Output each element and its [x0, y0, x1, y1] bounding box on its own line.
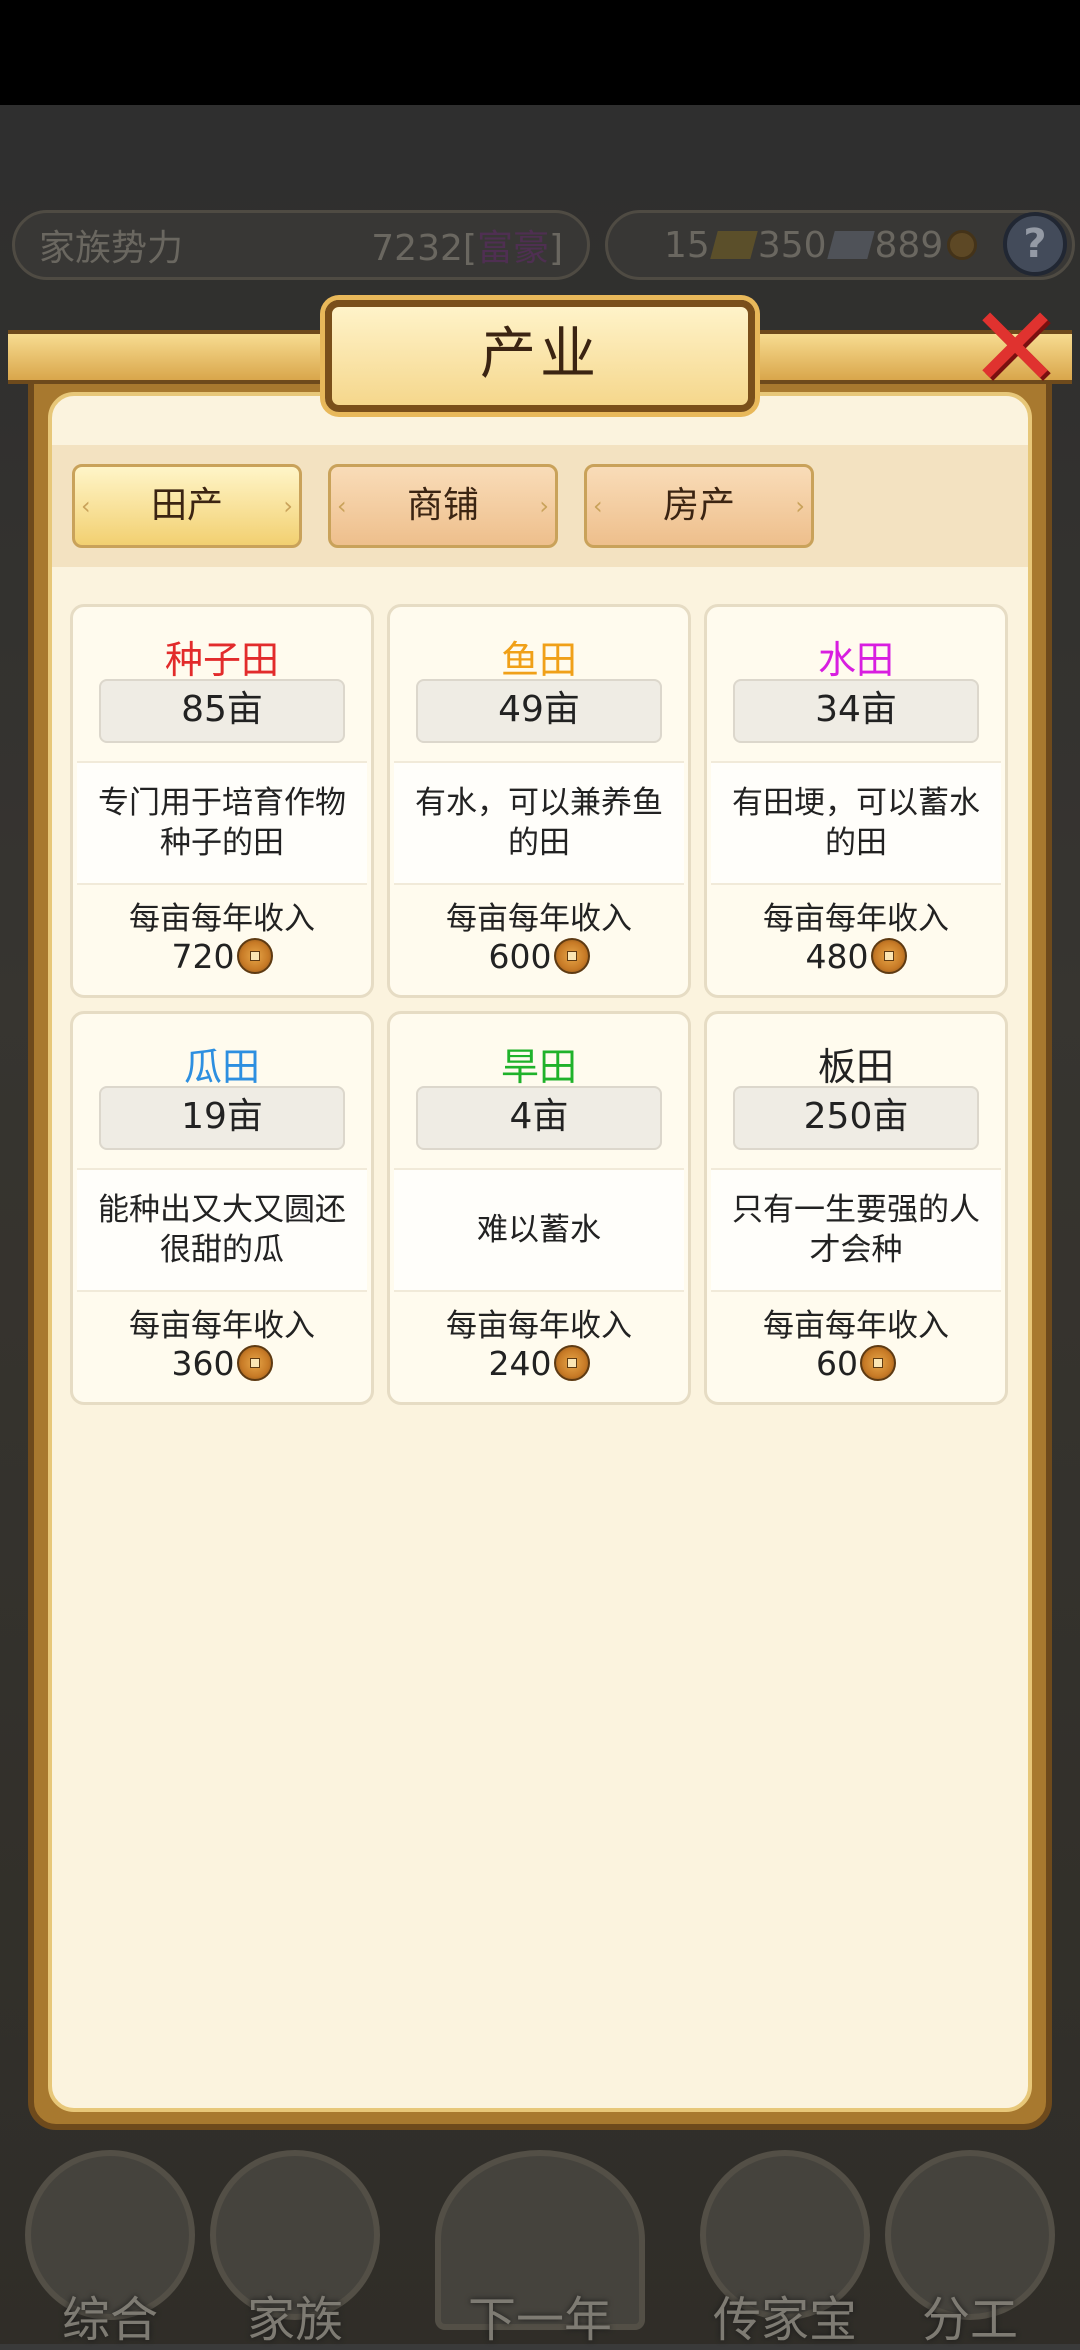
tab-real-estate[interactable]: ‹ 房产 › [584, 464, 814, 548]
field-name: 旱田 [500, 1045, 577, 1089]
field-description: 只有一生要强的人才会种 [711, 1168, 1001, 1292]
close-icon: ✕ [968, 283, 1062, 413]
coin-icon [553, 938, 590, 974]
income-label: 每亩每年收入 [129, 1308, 315, 1344]
coin-icon [860, 1345, 896, 1381]
field-income: 600 [390, 937, 688, 976]
field-card-fish[interactable]: 鱼田 49亩 有水，可以兼养鱼的田 每亩每年收入 600 [387, 604, 691, 998]
field-description: 专门用于培育作物种子的田 [77, 761, 367, 885]
field-income: 60 [707, 1344, 1005, 1383]
income-value: 480 [805, 937, 869, 976]
income-value: 360 [171, 1344, 235, 1383]
coin-icon [553, 1345, 590, 1381]
field-card-dry[interactable]: 旱田 4亩 难以蓄水 每亩每年收入 240 [387, 1011, 691, 1405]
field-name: 瓜田 [183, 1045, 260, 1089]
field-income: 240 [390, 1344, 688, 1383]
field-name: 水田 [817, 638, 894, 682]
income-label: 每亩每年收入 [763, 901, 949, 937]
income-value: 60 [816, 1344, 858, 1383]
field-name: 种子田 [164, 638, 279, 682]
field-description: 有水，可以兼养鱼的田 [394, 761, 684, 885]
field-description: 难以蓄水 [394, 1168, 684, 1292]
coin-icon [236, 1345, 273, 1381]
field-card-melon[interactable]: 瓜田 19亩 能种出又大又圆还很甜的瓜 每亩每年收入 360 [70, 1011, 374, 1405]
field-acreage: 85亩 [99, 679, 345, 743]
coin-icon [236, 938, 273, 974]
close-button[interactable]: ✕ [960, 292, 1070, 408]
field-name: 鱼田 [500, 638, 577, 682]
income-value: 240 [488, 1344, 552, 1383]
tab-shops-label: 商铺 [406, 485, 479, 526]
field-card-plank[interactable]: 板田 250亩 只有一生要强的人才会种 每亩每年收入 60 [704, 1011, 1008, 1405]
field-acreage: 19亩 [99, 1086, 345, 1150]
field-income: 720 [73, 937, 371, 976]
tab-farmland[interactable]: ‹ 田产 › [72, 464, 302, 548]
chevron-right-icon: › [283, 492, 293, 520]
tab-farmland-label: 田产 [150, 485, 223, 526]
chevron-right-icon: › [539, 492, 549, 520]
income-value: 600 [488, 937, 552, 976]
income-label: 每亩每年收入 [763, 1308, 949, 1344]
income-label: 每亩每年收入 [129, 901, 315, 937]
field-acreage: 4亩 [416, 1086, 662, 1150]
chevron-right-icon: › [795, 492, 805, 520]
chevron-left-icon: ‹ [81, 492, 91, 520]
income-value: 720 [171, 937, 235, 976]
field-card-paddy[interactable]: 水田 34亩 有田埂，可以蓄水的田 每亩每年收入 480 [704, 604, 1008, 998]
field-description: 能种出又大又圆还很甜的瓜 [77, 1168, 367, 1292]
field-description: 有田埂，可以蓄水的田 [711, 761, 1001, 885]
tab-shops[interactable]: ‹ 商铺 › [328, 464, 558, 548]
field-income: 360 [73, 1344, 371, 1383]
tab-real-estate-label: 房产 [662, 485, 735, 526]
chevron-left-icon: ‹ [593, 492, 603, 520]
income-label: 每亩每年收入 [446, 1308, 632, 1344]
chevron-left-icon: ‹ [337, 492, 347, 520]
field-acreage: 250亩 [733, 1086, 979, 1150]
field-acreage: 34亩 [733, 679, 979, 743]
dialog-title: 产业 [325, 300, 755, 412]
income-label: 每亩每年收入 [446, 901, 632, 937]
field-card-seed[interactable]: 种子田 85亩 专门用于培育作物种子的田 每亩每年收入 720 [70, 604, 374, 998]
status-bar [0, 0, 1080, 105]
field-name: 板田 [817, 1045, 894, 1089]
field-acreage: 49亩 [416, 679, 662, 743]
coin-icon [870, 938, 907, 974]
field-income: 480 [707, 937, 1005, 976]
